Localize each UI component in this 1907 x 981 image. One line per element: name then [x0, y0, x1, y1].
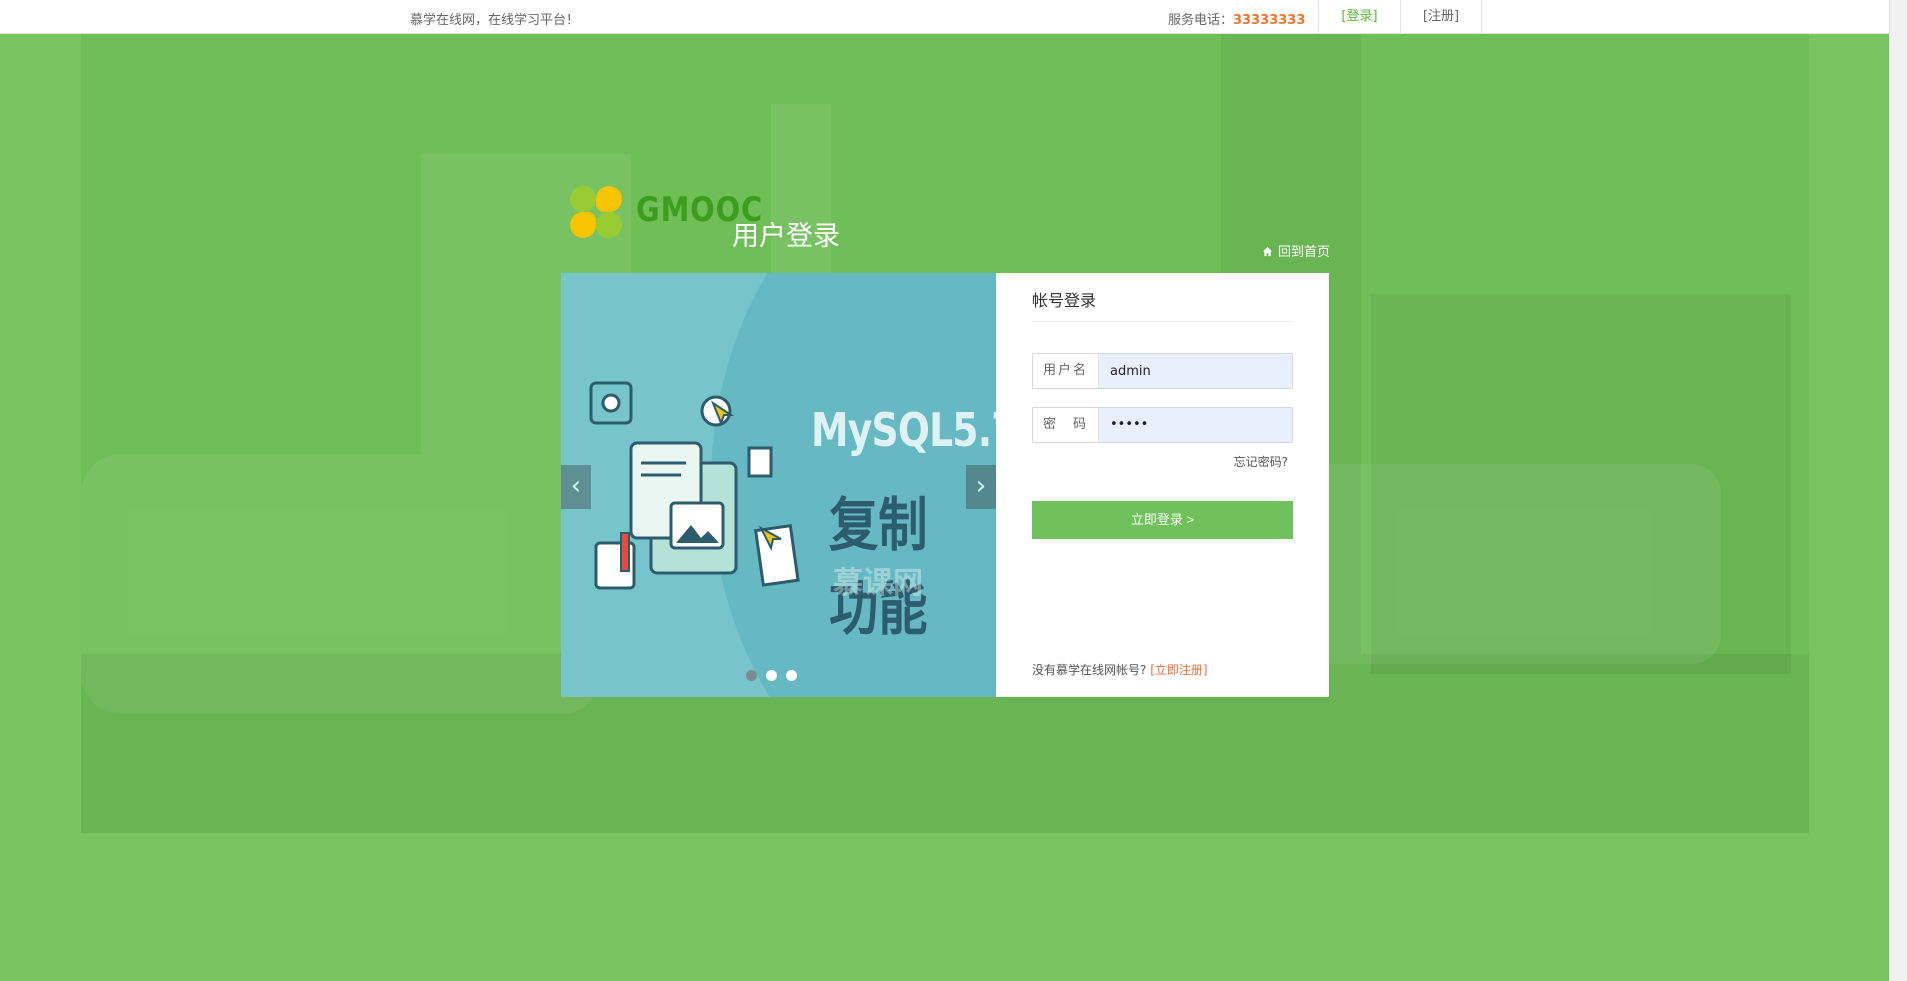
page-scrollbar[interactable]: [1889, 0, 1907, 981]
slide-watermark: 慕课网: [833, 566, 923, 601]
username-input[interactable]: [1099, 354, 1292, 388]
site-slogan: 慕学在线网，在线学习平台！: [410, 13, 580, 28]
home-icon: [1262, 246, 1273, 257]
banner-carousel[interactable]: MySQL5.7 复制功能 慕课网 ‹ ›: [561, 273, 996, 697]
service-phone: 服务电话：33333333: [1168, 9, 1305, 28]
back-home-label: 回到首页: [1278, 245, 1331, 260]
login-button[interactable]: 立即登录 >: [1032, 501, 1293, 539]
forgot-password-link[interactable]: 忘记密码?: [1234, 453, 1288, 470]
phone-number: 33333333: [1233, 13, 1306, 28]
carousel-dots: [746, 666, 806, 685]
slide-title: MySQL5.7: [811, 403, 996, 457]
carousel-dot[interactable]: [786, 670, 797, 681]
carousel-dot[interactable]: [766, 670, 777, 681]
top-register-link[interactable]: [注册]: [1400, 0, 1482, 34]
register-prompt: 没有慕学在线网帐号? [立即注册]: [1032, 661, 1208, 678]
back-home-link[interactable]: 回到首页: [1262, 241, 1330, 260]
carousel-prev-icon[interactable]: ‹: [561, 465, 591, 509]
login-panel: 帐号登录 用户名 密 码 ••••• 忘记密码? 立即登录 > 没有慕学在线网帐…: [996, 273, 1329, 697]
top-login-link[interactable]: [登录]: [1318, 0, 1400, 34]
design-tools-illustration: [589, 381, 800, 590]
panel-title: 帐号登录: [1032, 287, 1293, 322]
username-field: 用户名: [1032, 353, 1293, 389]
password-label: 密 码: [1033, 408, 1099, 442]
password-field: 密 码 •••••: [1032, 407, 1293, 443]
phone-label: 服务电话：: [1168, 13, 1234, 28]
carousel-next-icon[interactable]: ›: [966, 465, 996, 509]
page-title: 用户登录: [732, 221, 840, 252]
username-label: 用户名: [1033, 354, 1099, 388]
register-now-link[interactable]: [立即注册]: [1150, 663, 1207, 677]
no-account-text: 没有慕学在线网帐号?: [1032, 663, 1147, 677]
gmooc-logo-icon[interactable]: [570, 186, 626, 240]
password-input[interactable]: •••••: [1099, 408, 1292, 442]
carousel-dot[interactable]: [746, 670, 757, 681]
top-bar: 慕学在线网，在线学习平台！ 服务电话：33333333 [登录] [注册]: [0, 0, 1889, 34]
